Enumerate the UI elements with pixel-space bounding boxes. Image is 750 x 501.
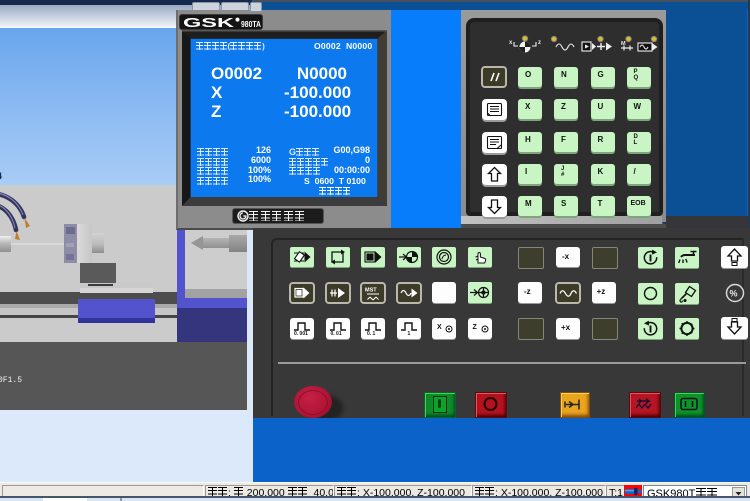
svg-text:MST: MST — [365, 287, 377, 293]
svg-text:z: z — [538, 40, 541, 46]
svg-text:GSK: GSK — [183, 16, 234, 29]
svg-text:x: x — [509, 40, 513, 46]
svg-text:%: % — [730, 289, 738, 299]
svg-text:980TA: 980TA — [241, 19, 261, 29]
